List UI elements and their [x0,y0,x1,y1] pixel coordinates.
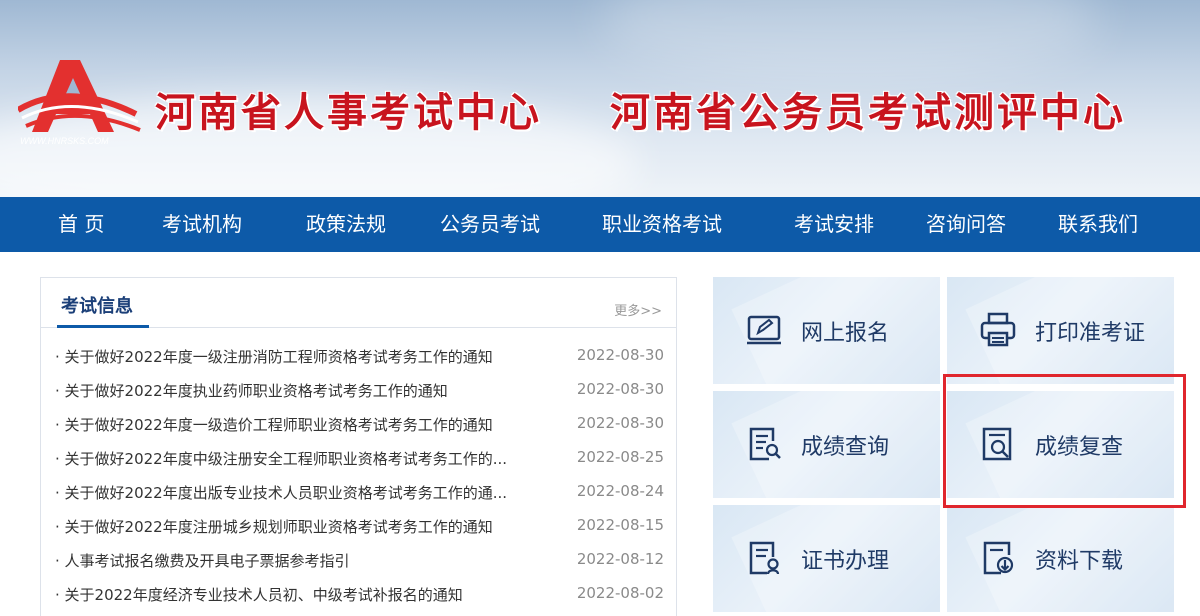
news-title[interactable]: · 关于做好2022年度执业药师职业资格考试考务工作的通知 [55,380,448,401]
news-date: 2022-08-30 [576,380,664,398]
header-banner: WWW.HNRSKS.COM 河南省人事考试中心 河南省公务员考试测评中心 [0,0,1200,197]
tile-certificate-processing[interactable]: 证书办理 [713,505,940,612]
tile-print-admission-ticket[interactable]: 打印准考证 [947,277,1174,384]
tile-label: 证书办理 [801,549,890,574]
nav-item-qualification-exam[interactable]: 职业资格考试 [602,197,722,252]
news-item[interactable]: · 人事考试报名缴费及开具电子票据参考指引 2022-08-12 [41,546,676,574]
news-title[interactable]: · 人事考试报名缴费及开具电子票据参考指引 [55,550,350,571]
nav-item-exam-institutions[interactable]: 考试机构 [162,197,242,252]
tile-label: 成绩查询 [801,435,890,460]
news-title[interactable]: · 关于做好2022年度中级注册安全工程师职业资格考试考务工作的... [55,448,507,469]
news-item[interactable]: · 关于2022年度经济专业技术人员初、中级考试补报名的通知 2022-08-0… [41,580,676,608]
score-query-icon [749,427,781,461]
news-date: 2022-08-25 [576,448,664,466]
tile-label: 资料下载 [1035,549,1124,574]
news-title[interactable]: · 关于做好2022年度出版专业技术人员职业资格考试考务工作的通... [55,482,507,503]
news-title[interactable]: · 关于2022年度经济专业技术人员初、中级考试补报名的通知 [55,584,463,605]
download-icon [983,541,1014,575]
news-item[interactable]: · 关于做好2022年度执业药师职业资格考试考务工作的通知 2022-08-30 [41,376,676,404]
printer-icon [980,312,1016,347]
nav-item-faq[interactable]: 咨询问答 [926,197,1006,252]
news-date: 2022-08-24 [576,482,664,500]
tile-score-review[interactable]: 成绩复查 [947,391,1174,498]
site-title-secondary: 河南省公务员考试测评中心 [610,90,1126,136]
news-item[interactable]: · 关于做好2022年度注册城乡规划师职业资格考试考务工作的通知 2022-08… [41,512,676,540]
news-item[interactable]: · 关于做好2022年度一级造价工程师职业资格考试考务工作的通知 2022-08… [41,410,676,438]
site-title-primary: 河南省人事考试中心 [155,90,542,136]
certificate-icon [749,541,780,575]
nav-item-exam-schedule[interactable]: 考试安排 [794,197,874,252]
nav-item-policies[interactable]: 政策法规 [306,197,386,252]
exam-info-panel: 考试信息 更多>> · 关于做好2022年度一级注册消防工程师资格考试考务工作的… [40,277,677,616]
score-review-icon [982,427,1012,461]
news-title[interactable]: · 关于做好2022年度一级造价工程师职业资格考试考务工作的通知 [55,414,493,435]
main-nav: 首 页 考试机构 政策法规 公务员考试 职业资格考试 考试安排 咨询问答 联系我… [0,197,1200,252]
news-item[interactable]: · 关于做好2022年度出版专业技术人员职业资格考试考务工作的通... 2022… [41,478,676,506]
more-link[interactable]: 更多>> [614,300,662,319]
news-date: 2022-08-12 [576,550,664,568]
tile-score-query[interactable]: 成绩查询 [713,391,940,498]
news-date: 2022-08-30 [576,346,664,364]
tile-label: 打印准考证 [1035,321,1146,346]
news-title[interactable]: · 关于做好2022年度一级注册消防工程师资格考试考务工作的通知 [55,346,493,367]
online-registration-icon [747,315,781,345]
tile-label: 成绩复查 [1035,435,1124,460]
tile-label: 网上报名 [801,321,890,346]
tile-online-registration[interactable]: 网上报名 [713,277,940,384]
panel-title: 考试信息 [61,296,133,317]
news-date: 2022-08-30 [576,414,664,432]
panel-header: 考试信息 更多>> [41,278,676,328]
nav-item-contact[interactable]: 联系我们 [1058,197,1138,252]
nav-item-home[interactable]: 首 页 [58,197,104,252]
news-item[interactable]: · 关于做好2022年度一级注册消防工程师资格考试考务工作的通知 2022-08… [41,342,676,370]
news-date: 2022-08-02 [576,584,664,602]
news-item[interactable]: · 关于做好2022年度中级注册安全工程师职业资格考试考务工作的... 2022… [41,444,676,472]
site-logo[interactable]: WWW.HNRSKS.COM [18,52,148,147]
nav-item-civil-service-exam[interactable]: 公务员考试 [440,197,540,252]
news-title[interactable]: · 关于做好2022年度注册城乡规划师职业资格考试考务工作的通知 [55,516,493,537]
logo-url-text: WWW.HNRSKS.COM [20,136,109,146]
tile-materials-download[interactable]: 资料下载 [947,505,1174,612]
panel-title-underline [57,325,149,328]
news-date: 2022-08-15 [576,516,664,534]
